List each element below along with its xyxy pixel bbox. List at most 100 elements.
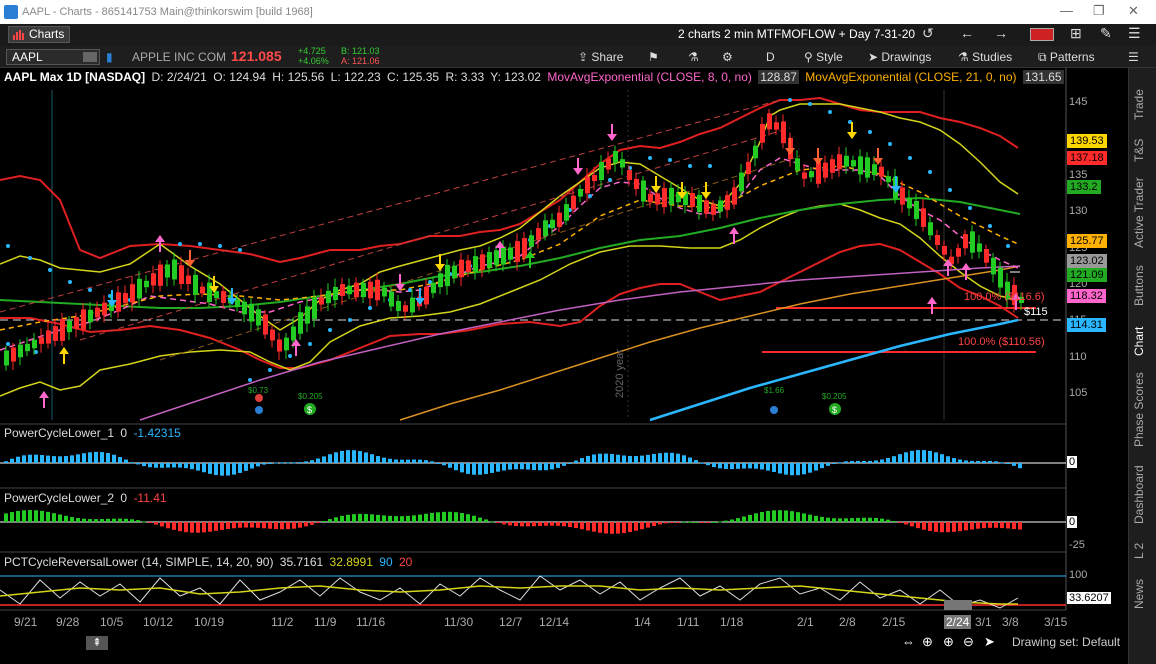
candle	[172, 259, 177, 280]
pc1-bar	[256, 463, 260, 467]
pc2-bar	[886, 519, 890, 522]
ask-price: A: 121.06	[341, 56, 380, 66]
candle	[333, 286, 338, 301]
sidebar-tab-trade[interactable]: Trade	[1132, 80, 1154, 130]
date-tick: 3/8	[1002, 615, 1019, 629]
pc1-bar	[82, 453, 86, 463]
close-icon[interactable]: ✕	[1128, 3, 1139, 19]
pc1-bar	[4, 461, 8, 463]
pc2-bar	[856, 517, 860, 522]
candle	[669, 187, 674, 205]
menu-icon[interactable]: ☰	[1128, 25, 1141, 42]
candle	[620, 159, 625, 168]
pan-icon[interactable]: ⇔	[902, 634, 915, 649]
fib-level-2[interactable]: 100.0% ($110.56)	[958, 336, 1045, 348]
tab-charts[interactable]: Charts	[8, 26, 70, 43]
zoom-out-icon[interactable]: ⊖	[963, 634, 974, 650]
pc1-bar	[868, 460, 872, 463]
pc2-bar	[370, 514, 374, 522]
sidebar-tab-dashboard[interactable]: Dashboard	[1132, 460, 1154, 530]
pc1-bar	[424, 460, 428, 463]
pct-change: +4.06%	[298, 56, 329, 66]
undo-icon[interactable]: ↺	[922, 25, 934, 42]
color-icon[interactable]	[1030, 28, 1054, 41]
drawing-set[interactable]: Drawing set: Default	[1012, 635, 1120, 649]
pc1-bar	[640, 455, 644, 463]
date-tick: 2/1	[797, 615, 814, 629]
pc2-bar	[676, 522, 680, 523]
style-button[interactable]: ⚲ Style	[804, 50, 843, 64]
pc2-bar	[58, 514, 62, 522]
candle	[39, 337, 44, 344]
zoom-in-icon[interactable]: ⊕	[943, 634, 954, 650]
flask-icon[interactable]: ⚗	[688, 50, 699, 64]
candle	[361, 282, 366, 298]
minimize-icon[interactable]: —	[1060, 3, 1073, 18]
fib-level-1[interactable]: 100.0% ($116.6)	[964, 291, 1045, 303]
pc1-bar	[988, 460, 992, 463]
chart-menu-icon[interactable]: ☰	[1128, 50, 1139, 64]
chevron-down-icon[interactable]	[83, 52, 97, 62]
pc1-bar	[694, 460, 698, 463]
sidebar-tab-l2[interactable]: L 2	[1132, 536, 1154, 566]
pc2-bar	[118, 518, 122, 522]
candle	[151, 273, 156, 286]
pc1-bar	[820, 463, 824, 469]
pc1-bar	[784, 463, 788, 475]
sidebar-tab-news[interactable]: News	[1132, 574, 1154, 614]
gear-icon[interactable]: ⚙	[722, 50, 733, 64]
price-tag: 137.18	[1067, 151, 1107, 165]
pc1-bar	[430, 461, 434, 463]
sidebar-tab-ts[interactable]: T&S	[1132, 132, 1154, 168]
pin-icon[interactable]: ✎	[1100, 25, 1112, 42]
ema21-label[interactable]: MovAvgExponential (CLOSE, 21, 0, no)	[805, 70, 1016, 84]
pc2-bar	[640, 522, 644, 530]
pc2-bar	[862, 517, 866, 522]
pc2-bar	[34, 510, 38, 522]
pc1-bar	[826, 463, 830, 466]
candle	[578, 189, 583, 197]
back-arrow-icon[interactable]: ←	[960, 25, 974, 41]
studies-button[interactable]: ⚗ Studies	[958, 50, 1012, 64]
price-tick: 130	[1069, 205, 1088, 217]
period-selector[interactable]: D	[766, 50, 775, 64]
candle	[823, 162, 828, 178]
ema8-label[interactable]: MovAvgExponential (CLOSE, 8, 0, no)	[547, 70, 752, 84]
candle	[74, 317, 79, 329]
bar-chart-icon	[13, 30, 24, 40]
symbol-input[interactable]: AAPL	[6, 49, 100, 65]
chart-title[interactable]: AAPL Max 1D [NASDAQ]	[4, 70, 145, 84]
pc2-bar	[160, 522, 164, 527]
sidebar-tab-active-trader[interactable]: Active Trader	[1132, 172, 1154, 254]
sidebar-tab-chart[interactable]: Chart	[1132, 320, 1154, 362]
pc1-bar	[328, 454, 332, 463]
pc2-label[interactable]: PowerCycleLower_2	[4, 491, 114, 505]
pc1-bar	[574, 460, 578, 463]
sell-arrow-icon	[813, 158, 823, 165]
date-tick: 11/2	[271, 615, 294, 629]
share-button[interactable]: ⇪ Share	[578, 50, 623, 64]
patterns-button[interactable]: ⧉ Patterns	[1038, 50, 1095, 65]
candle	[53, 326, 58, 341]
sidebar-tab-phase-scores[interactable]: Phase Scores	[1132, 366, 1154, 454]
pc2-bar	[520, 522, 524, 527]
cursor-icon[interactable]: ➤	[984, 634, 995, 650]
layout-name[interactable]: 2 charts 2 min MTFMOFLOW + Day 7-31-20	[678, 27, 915, 41]
pc2-bar	[976, 522, 980, 529]
candle	[865, 157, 870, 178]
restore-icon[interactable]: ❐	[1093, 3, 1105, 19]
drawings-button[interactable]: ➤ Drawings	[868, 50, 931, 64]
pc2-bar	[28, 510, 32, 522]
pc1-label[interactable]: PowerCycleLower_1	[4, 426, 114, 440]
expand-icon[interactable]: ⇞	[86, 636, 108, 650]
crosshair-icon[interactable]: ⊕	[922, 634, 933, 650]
flag-icon[interactable]: ⚑	[648, 50, 659, 64]
grid-icon[interactable]: ⊞	[1070, 25, 1082, 42]
chart-area[interactable]: $ $ AAPL Max 1D [NASDAQ] D: 2/24/21 O: 1…	[0, 68, 1128, 634]
link-icon[interactable]: ▮	[106, 50, 113, 64]
candle	[375, 279, 380, 301]
sidebar-tab-buttons[interactable]: Buttons	[1132, 260, 1154, 312]
pct-label[interactable]: PCTCycleReversalLower (14, SIMPLE, 14, 2…	[4, 555, 273, 569]
forward-arrow-icon[interactable]: →	[994, 25, 1008, 41]
pc2-bar	[916, 522, 920, 529]
